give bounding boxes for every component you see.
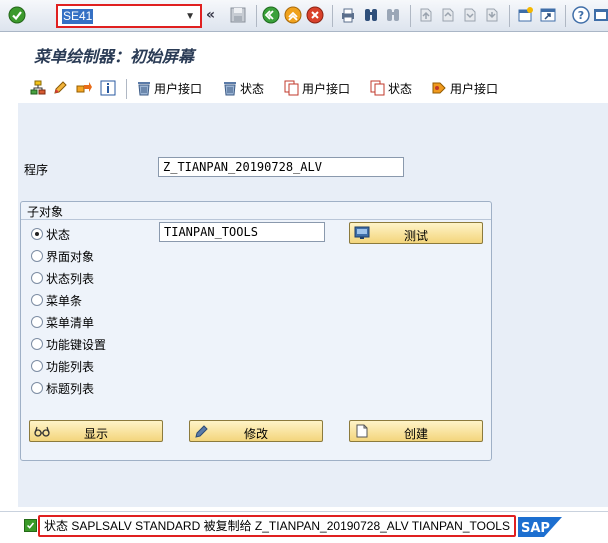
layout-menu-icon[interactable] — [592, 6, 608, 24]
copy-icon — [284, 80, 299, 96]
radio-label: 标题列表 — [46, 381, 95, 396]
cancel-icon[interactable] — [306, 6, 324, 24]
radio-label: 状态列表 — [46, 271, 95, 286]
trash-icon — [138, 82, 150, 96]
toolbar-label: 状态 — [240, 81, 265, 96]
back-icon[interactable] — [262, 6, 280, 24]
program-label: 程序 — [24, 163, 49, 177]
screen-title: 菜单绘制器：初始屏幕 — [34, 47, 195, 66]
subobjects-title: 子对象 — [27, 205, 64, 219]
status-message[interactable]: 状态 SAPLSALV STANDARD 被复制给 Z_TIANPAN_2019… — [38, 515, 516, 537]
copy-icon — [370, 80, 385, 96]
previous-page-icon[interactable] — [439, 6, 457, 24]
edit-button[interactable] — [52, 79, 68, 97]
enter-check-icon[interactable] — [8, 6, 26, 24]
new-session-icon[interactable] — [516, 6, 534, 24]
radio-label: 菜单条 — [46, 293, 83, 308]
radio-label: 功能键设置 — [46, 337, 107, 352]
delete-status-button[interactable]: 状态 — [222, 79, 264, 97]
last-page-icon[interactable] — [483, 6, 501, 24]
radio-function-key-settings[interactable]: 功能键设置 — [31, 336, 106, 352]
radio-button[interactable] — [31, 338, 43, 350]
toolbar-separator — [410, 5, 411, 27]
sap-logo: SAP — [518, 517, 562, 537]
collapse-command-icon[interactable]: « — [206, 7, 215, 23]
radio-button[interactable] — [31, 316, 43, 328]
save-icon[interactable] — [229, 6, 247, 24]
move-icon — [76, 82, 92, 93]
toolbar-label: 用户接口 — [302, 81, 351, 96]
shortcut-icon[interactable] — [539, 6, 557, 24]
radio-status[interactable]: 状态 — [31, 226, 70, 242]
next-page-icon[interactable] — [461, 6, 479, 24]
toolbar-separator — [509, 5, 510, 27]
svg-text:?: ? — [578, 9, 584, 22]
test-button-label: 测试 — [403, 229, 428, 243]
command-field-value[interactable]: SE41 — [62, 9, 94, 24]
radio-menu-bar[interactable]: 菜单条 — [31, 292, 82, 308]
info-icon — [100, 80, 116, 96]
create-button[interactable]: 创建 — [349, 420, 483, 442]
find-next-icon[interactable] — [384, 6, 402, 24]
toolbar-separator — [332, 5, 333, 27]
change-button[interactable]: 修改 — [189, 420, 323, 442]
hierarchy-icon — [30, 80, 46, 95]
help-icon[interactable]: ? — [572, 6, 590, 24]
main-content: 程序 Z_TIANPAN_20190728_ALV 子对象 状态 TIANPAN… — [18, 103, 608, 507]
transport-interface-button[interactable]: 用户接口 — [432, 79, 498, 97]
radio-menu-list[interactable]: 菜单清单 — [31, 314, 94, 330]
trash-icon — [224, 82, 236, 96]
radio-label: 功能列表 — [46, 359, 95, 374]
radio-button[interactable] — [31, 382, 43, 394]
delete-interface-button[interactable]: 用户接口 — [136, 79, 202, 97]
info-button[interactable] — [100, 79, 116, 97]
application-toolbar: 用户接口 状态 用户接口 状态 用户接口 — [18, 76, 608, 102]
radio-button[interactable] — [31, 294, 43, 306]
first-page-icon[interactable] — [417, 6, 435, 24]
change-button-label: 修改 — [243, 427, 268, 441]
program-input[interactable]: Z_TIANPAN_20190728_ALV — [158, 157, 404, 177]
svg-text:SAP: SAP — [521, 521, 550, 536]
find-icon[interactable] — [362, 6, 380, 24]
radio-label: 状态 — [46, 227, 71, 242]
move-button[interactable] — [76, 79, 92, 97]
radio-button[interactable] — [31, 360, 43, 372]
copy-interface-button[interactable]: 用户接口 — [284, 79, 350, 97]
status-input[interactable]: TIANPAN_TOOLS — [159, 222, 325, 242]
display-button-label: 显示 — [83, 427, 108, 441]
radio-label: 菜单清单 — [46, 315, 95, 330]
transport-icon — [432, 82, 446, 94]
exit-icon[interactable] — [284, 6, 302, 24]
radio-status-list[interactable]: 状态列表 — [31, 270, 94, 286]
hierarchy-button[interactable] — [30, 79, 46, 97]
toolbar-label: 用户接口 — [450, 81, 499, 96]
radio-button[interactable] — [31, 228, 43, 240]
radio-interface-objects[interactable]: 界面对象 — [31, 248, 94, 264]
system-toolbar: SE41 ▼ « ? — [0, 0, 608, 32]
display-button[interactable]: 显示 — [29, 420, 163, 442]
test-button[interactable]: 测试 — [349, 222, 483, 244]
toolbar-label: 用户接口 — [154, 81, 203, 96]
radio-label: 界面对象 — [46, 249, 95, 264]
radio-button[interactable] — [31, 272, 43, 284]
command-field[interactable]: SE41 ▼ — [56, 4, 202, 28]
toolbar-separator — [565, 5, 566, 27]
screen-title-bar: 菜单绘制器：初始屏幕 — [0, 32, 608, 70]
pencil-icon — [54, 81, 67, 94]
subobjects-group: 子对象 状态 TIANPAN_TOOLS 测试 界面对象 状态列表 菜单条 菜单… — [20, 201, 492, 461]
success-check-icon — [24, 519, 37, 532]
create-button-label: 创建 — [403, 427, 428, 441]
toolbar-label: 状态 — [388, 81, 413, 96]
chevron-down-icon[interactable]: ▼ — [185, 11, 195, 22]
group-divider — [21, 219, 491, 220]
print-icon[interactable] — [339, 6, 357, 24]
radio-function-list[interactable]: 功能列表 — [31, 358, 94, 374]
radio-title-list[interactable]: 标题列表 — [31, 380, 94, 396]
copy-status-button[interactable]: 状态 — [370, 79, 412, 97]
status-bar: 状态 SAPLSALV STANDARD 被复制给 Z_TIANPAN_2019… — [0, 511, 608, 543]
toolbar-separator — [126, 79, 127, 99]
toolbar-separator — [256, 5, 257, 27]
radio-button[interactable] — [31, 250, 43, 262]
